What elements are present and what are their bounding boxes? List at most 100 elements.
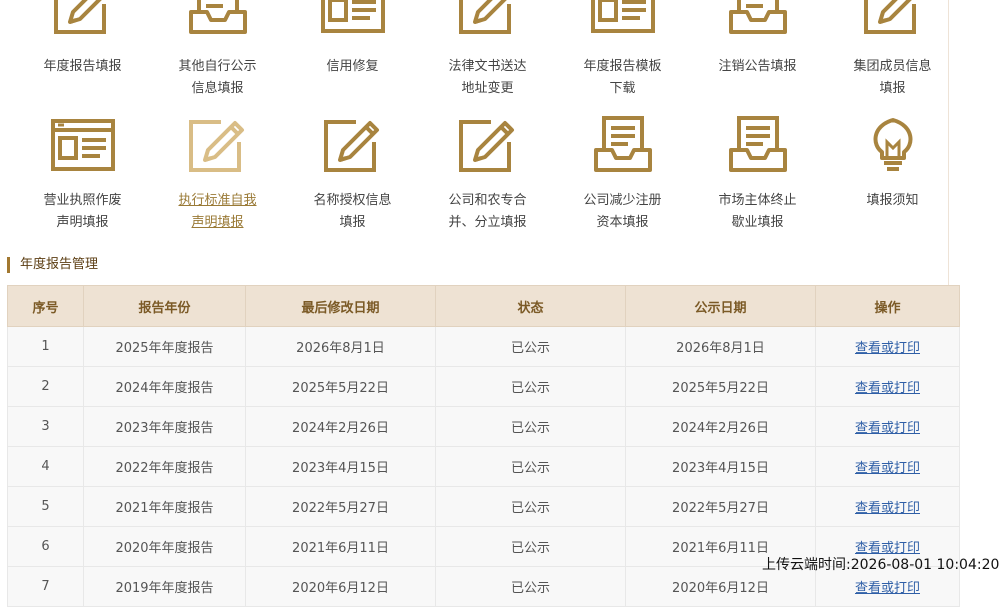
tile-label-line: 填报: [879, 81, 906, 96]
row-index: 3: [7, 406, 84, 447]
tile-label-line: 地址变更: [461, 81, 514, 96]
last-modified-date: 2021年6月11日: [245, 526, 436, 567]
document-browser-icon: [50, 112, 116, 178]
service-tile-label: 注销公告填报: [690, 56, 825, 78]
table-row: 1 2025年年度报告 2026年8月1日 已公示 2026年8月1日 查看或打印: [7, 326, 960, 367]
service-tile-label: 信用修复: [285, 56, 420, 78]
edit-pen-icon: [455, 0, 521, 40]
service-tile-label: 集团成员信息 填报: [825, 56, 960, 100]
view-or-print-link[interactable]: 查看或打印: [855, 461, 920, 476]
service-tile-label: 填报须知: [825, 190, 960, 212]
status: 已公示: [435, 526, 626, 567]
action-cell: 查看或打印: [815, 406, 960, 447]
service-tile-label: 营业执照作废 声明填报: [15, 190, 150, 234]
tile-label-line: 集团成员信息: [853, 59, 932, 74]
tile-label-line: 营业执照作废: [43, 193, 122, 208]
tile-label-line: 资本填报: [596, 215, 649, 230]
service-tile-label: 市场主体终止 歇业填报: [690, 190, 825, 234]
publish-date: 2023年4月15日: [625, 446, 816, 487]
tile-label-line: 执行标准自我: [178, 193, 257, 208]
edit-pen-icon: [185, 112, 251, 178]
tile-label-line: 填报须知: [866, 193, 919, 208]
tile-label-line: 年度报告填报: [43, 59, 122, 74]
tile-label-line: 歇业填报: [731, 215, 784, 230]
report-year: 2019年年度报告: [83, 566, 246, 607]
report-year: 2025年年度报告: [83, 326, 246, 367]
section-title: 年度报告管理: [7, 257, 98, 273]
report-year: 2022年年度报告: [83, 446, 246, 487]
tile-label-line: 声明填报: [191, 215, 244, 230]
tile-label-line: 名称授权信息: [313, 193, 392, 208]
report-year: 2023年年度报告: [83, 406, 246, 447]
publish-date: 2025年5月22日: [625, 366, 816, 407]
edit-pen-icon: [320, 112, 386, 178]
inbox-tray-icon: [725, 112, 791, 178]
service-tile-label: 其他自行公示 信息填报: [150, 56, 285, 100]
col-publish-date: 公示日期: [625, 285, 816, 327]
status: 已公示: [435, 326, 626, 367]
report-year: 2024年年度报告: [83, 366, 246, 407]
row-index: 7: [7, 566, 84, 607]
table-row: 2 2024年年度报告 2025年5月22日 已公示 2025年5月22日 查看或打印: [7, 366, 960, 407]
view-or-print-link[interactable]: 查看或打印: [855, 501, 920, 516]
last-modified-date: 2020年6月12日: [245, 566, 436, 607]
tile-label-line: 信息填报: [191, 81, 244, 96]
tile-label-line: 年度报告模板: [583, 59, 662, 74]
table-row: 3 2023年年度报告 2024年2月26日 已公示 2024年2月26日 查看或打印: [7, 406, 960, 447]
tile-label-line: 公司减少注册: [583, 193, 662, 208]
col-last-modified: 最后修改日期: [245, 285, 436, 327]
publish-date: 2026年8月1日: [625, 326, 816, 367]
tile-label-line: 市场主体终止: [718, 193, 797, 208]
tile-label-line: 注销公告填报: [718, 59, 797, 74]
view-or-print-link[interactable]: 查看或打印: [855, 341, 920, 356]
document-browser-icon: [590, 0, 656, 40]
publish-date: 2024年2月26日: [625, 406, 816, 447]
table-header-row: 序号 报告年份 最后修改日期 状态 公示日期 操作: [7, 285, 960, 327]
service-tile-label: 公司和农专合 并、分立填报: [420, 190, 555, 234]
status: 已公示: [435, 486, 626, 527]
last-modified-date: 2024年2月26日: [245, 406, 436, 447]
action-cell: 查看或打印: [815, 486, 960, 527]
report-year: 2020年年度报告: [83, 526, 246, 567]
service-tile-label: 执行标准自我 声明填报: [150, 190, 285, 234]
row-index: 6: [7, 526, 84, 567]
tile-label-line: 其他自行公示: [178, 59, 257, 74]
service-tile-label: 公司减少注册 资本填报: [555, 190, 690, 234]
action-cell: 查看或打印: [815, 446, 960, 487]
view-or-print-link[interactable]: 查看或打印: [855, 421, 920, 436]
document-browser-icon: [320, 0, 386, 40]
edit-pen-icon: [455, 112, 521, 178]
action-cell: 查看或打印: [815, 326, 960, 367]
view-or-print-link[interactable]: 查看或打印: [855, 581, 920, 596]
view-or-print-link[interactable]: 查看或打印: [855, 541, 920, 556]
last-modified-date: 2022年5月27日: [245, 486, 436, 527]
tile-label-line: 下载: [609, 81, 636, 96]
row-index: 5: [7, 486, 84, 527]
table-row: 4 2022年年度报告 2023年4月15日 已公示 2023年4月15日 查看或打印: [7, 446, 960, 487]
edit-pen-icon: [50, 0, 116, 40]
tile-label-line: 声明填报: [56, 215, 109, 230]
row-index: 2: [7, 366, 84, 407]
last-modified-date: 2025年5月22日: [245, 366, 436, 407]
inbox-tray-icon: [725, 0, 791, 40]
service-tile-label: 年度报告填报: [15, 56, 150, 78]
col-status: 状态: [435, 285, 626, 327]
row-index: 1: [7, 326, 84, 367]
status: 已公示: [435, 566, 626, 607]
status: 已公示: [435, 366, 626, 407]
status: 已公示: [435, 446, 626, 487]
report-year: 2021年年度报告: [83, 486, 246, 527]
tile-label-line: 并、分立填报: [448, 215, 527, 230]
row-index: 4: [7, 446, 84, 487]
view-or-print-link[interactable]: 查看或打印: [855, 381, 920, 396]
last-modified-date: 2026年8月1日: [245, 326, 436, 367]
lightbulb-icon: [860, 112, 926, 178]
col-actions: 操作: [815, 285, 960, 327]
tile-label-line: 填报: [339, 215, 366, 230]
service-tile-label: 法律文书送达 地址变更: [420, 56, 555, 100]
last-modified-date: 2023年4月15日: [245, 446, 436, 487]
tile-label-line: 法律文书送达: [448, 59, 527, 74]
inbox-tray-icon: [185, 0, 251, 40]
service-tile-label: 名称授权信息 填报: [285, 190, 420, 234]
col-index: 序号: [7, 285, 84, 327]
